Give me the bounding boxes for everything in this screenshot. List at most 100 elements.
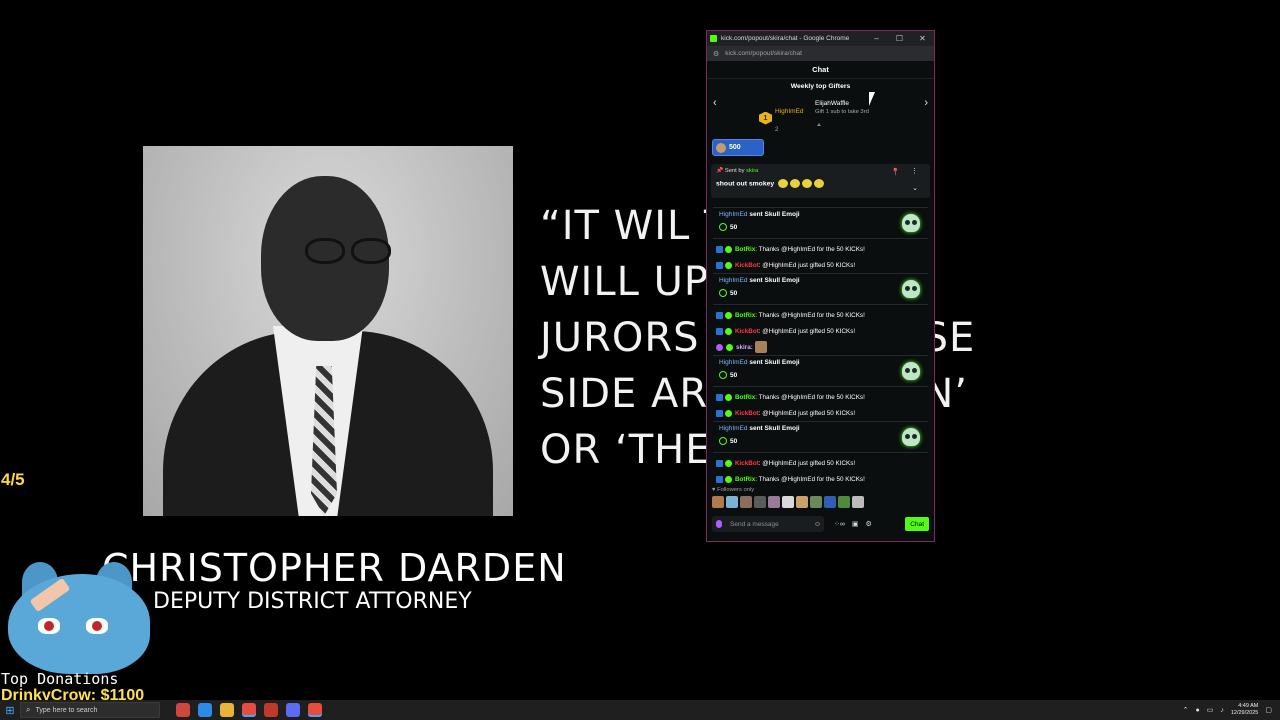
chevron-up-icon[interactable]: ⌃ (1183, 706, 1189, 714)
windows-start-icon[interactable]: ⊞ (0, 704, 20, 717)
gift-action: sent Skull Emoji (749, 425, 800, 432)
site-settings-icon[interactable]: ⚙ (713, 50, 719, 58)
emote-icon[interactable] (838, 496, 850, 508)
emote-icon[interactable] (712, 496, 724, 508)
url-text: kick.com/popout/skira/chat (725, 50, 802, 57)
gift-action: sent Skull Emoji (749, 359, 800, 366)
emote-icon[interactable] (796, 496, 808, 508)
pinned-message[interactable]: 📌 Sent by skira shout out smokey 📍 ⋮ ⌄ (711, 164, 930, 198)
gift-user[interactable]: HighImEd (719, 277, 748, 284)
gift-action: sent Skull Emoji (749, 211, 800, 218)
system-tray: ⌃ ● ▭ ♪ 4:49 AM 12/29/2025 ▢ (1183, 703, 1280, 717)
emote-icon[interactable] (726, 496, 738, 508)
verified-badge-icon (725, 327, 732, 335)
more-options-icon[interactable]: ⋮ (911, 167, 918, 175)
gifter-name: ElijahWaffle (815, 100, 849, 107)
game-app-icon[interactable] (286, 703, 300, 717)
gifter-second[interactable]: ElijahWaffle Gift 1 sub to take 3rd (815, 100, 869, 115)
chat-message: : @HighImEd just gifted 50 KICKs! (758, 261, 856, 269)
chat-line: BotRix: Thanks @HighImEd for the 50 KICK… (707, 389, 934, 405)
send-chat-button[interactable]: Chat (905, 517, 929, 531)
verified-badge-icon (725, 393, 732, 401)
window-title: kick.com/popout/skira/chat - Google Chro… (721, 35, 850, 42)
chat-username[interactable]: KickBot (735, 328, 759, 335)
emote-icon[interactable] (740, 496, 752, 508)
chevron-down-icon[interactable]: ⌄ (912, 184, 918, 192)
verified-badge-icon (725, 311, 732, 319)
chat-username[interactable]: BotRix (735, 312, 755, 319)
emote-icon[interactable] (810, 496, 822, 508)
message-input[interactable]: Send a message ☺ (712, 516, 824, 532)
gift-card: HighImEd sent Skull Emoji 50 (713, 355, 928, 387)
collapse-icon[interactable]: ⩡ (817, 122, 821, 130)
copilot-app-icon[interactable] (176, 703, 190, 717)
clock[interactable]: 4:49 AM 12/29/2025 (1231, 703, 1259, 717)
heart-icon: ♥ (712, 487, 716, 493)
chat-message: : Thanks @HighImEd for the 50 KICKs! (755, 393, 865, 401)
emote-icon (754, 341, 767, 353)
chat-username[interactable]: BotRix (735, 476, 755, 483)
chat-username[interactable]: KickBot (735, 410, 759, 417)
emoji-picker-icon[interactable]: ☺ (814, 521, 821, 528)
emote-icon[interactable] (824, 496, 836, 508)
emote-icon[interactable] (782, 496, 794, 508)
chat-username[interactable]: skira: (736, 344, 753, 351)
emote-icon (814, 179, 825, 188)
mic-tray-icon[interactable]: ● (1195, 707, 1199, 714)
notification-icon[interactable]: ▢ (1265, 706, 1272, 714)
gift-amount: 50 (730, 289, 738, 297)
chat-username[interactable]: BotRix (735, 246, 755, 253)
chevron-right-icon[interactable]: › (924, 97, 928, 109)
edge-app-icon[interactable] (198, 703, 212, 717)
followers-only-label: ♥ Followers only (712, 487, 754, 493)
kick-coin-icon (719, 437, 727, 445)
search-icon: ⌕ (26, 705, 31, 714)
app-icon[interactable] (264, 703, 278, 717)
gift-icon[interactable]: ▣ (852, 520, 859, 528)
bot-badge-icon (716, 261, 723, 269)
kicks-leader-pill[interactable]: 500 (712, 139, 764, 156)
chat-username[interactable]: KickBot (735, 460, 759, 467)
chat-message: : Thanks @HighImEd for the 50 KICKs! (755, 475, 865, 483)
chat-username[interactable]: BotRix (735, 394, 755, 401)
pinned-sender[interactable]: skira (746, 168, 758, 174)
sent-by-label: Sent by (724, 168, 745, 174)
gift-user[interactable]: HighImEd (719, 425, 748, 432)
pin-icon[interactable]: 📍 (891, 168, 900, 176)
network-icon[interactable]: ▭ (1207, 706, 1214, 714)
emote-icon[interactable] (768, 496, 780, 508)
mic-icon[interactable] (716, 520, 722, 528)
gifter-first[interactable]: 1 HighImEd 2 (759, 100, 804, 136)
emote-icon[interactable] (852, 496, 864, 508)
file-explorer-icon[interactable] (220, 703, 234, 717)
close-button[interactable]: ✕ (911, 34, 934, 43)
chat-feed[interactable]: HighImEd sent Skull Emoji 50 BotRix: Tha… (707, 207, 934, 507)
window-titlebar[interactable]: kick.com/popout/skira/chat - Google Chro… (707, 31, 934, 46)
kick-coin-icon (719, 223, 727, 231)
gifters-title: Weekly top Gifters (790, 83, 851, 90)
chat-message: : @HighImEd just gifted 50 KICKs! (758, 409, 856, 417)
gift-user[interactable]: HighImEd (719, 359, 748, 366)
chat-username[interactable]: KickBot (735, 262, 759, 269)
chat-message: : @HighImEd just gifted 50 KICKs! (758, 327, 856, 335)
clock-time: 4:49 AM (1238, 703, 1259, 709)
chevron-left-icon[interactable]: ‹ (713, 97, 717, 109)
kicks-icon[interactable]: ⁘∞ (834, 520, 845, 528)
pin-small-icon: 📌 (716, 168, 724, 174)
address-bar[interactable]: ⚙ kick.com/popout/skira/chat (707, 46, 934, 61)
mascot-eye-left (38, 618, 60, 634)
gear-icon[interactable]: ⚙ (865, 520, 871, 528)
chat-line: BotRix: Thanks @HighImEd for the 50 KICK… (707, 241, 934, 257)
chrome-app-icon[interactable] (308, 703, 322, 717)
minimize-button[interactable]: – (865, 34, 888, 43)
bot-badge-icon (716, 459, 723, 467)
skull-emoji-icon (902, 214, 920, 232)
emote-icon[interactable] (754, 496, 766, 508)
maximize-button[interactable]: ☐ (888, 34, 911, 43)
chrome-app-icon[interactable] (242, 703, 256, 717)
taskbar-search[interactable]: ⌕ Type here to search (20, 702, 160, 718)
gift-amount: 50 (730, 437, 738, 445)
skull-emoji-icon (902, 280, 920, 298)
volume-icon[interactable]: ♪ (1220, 707, 1224, 714)
gift-user[interactable]: HighImEd (719, 211, 748, 218)
